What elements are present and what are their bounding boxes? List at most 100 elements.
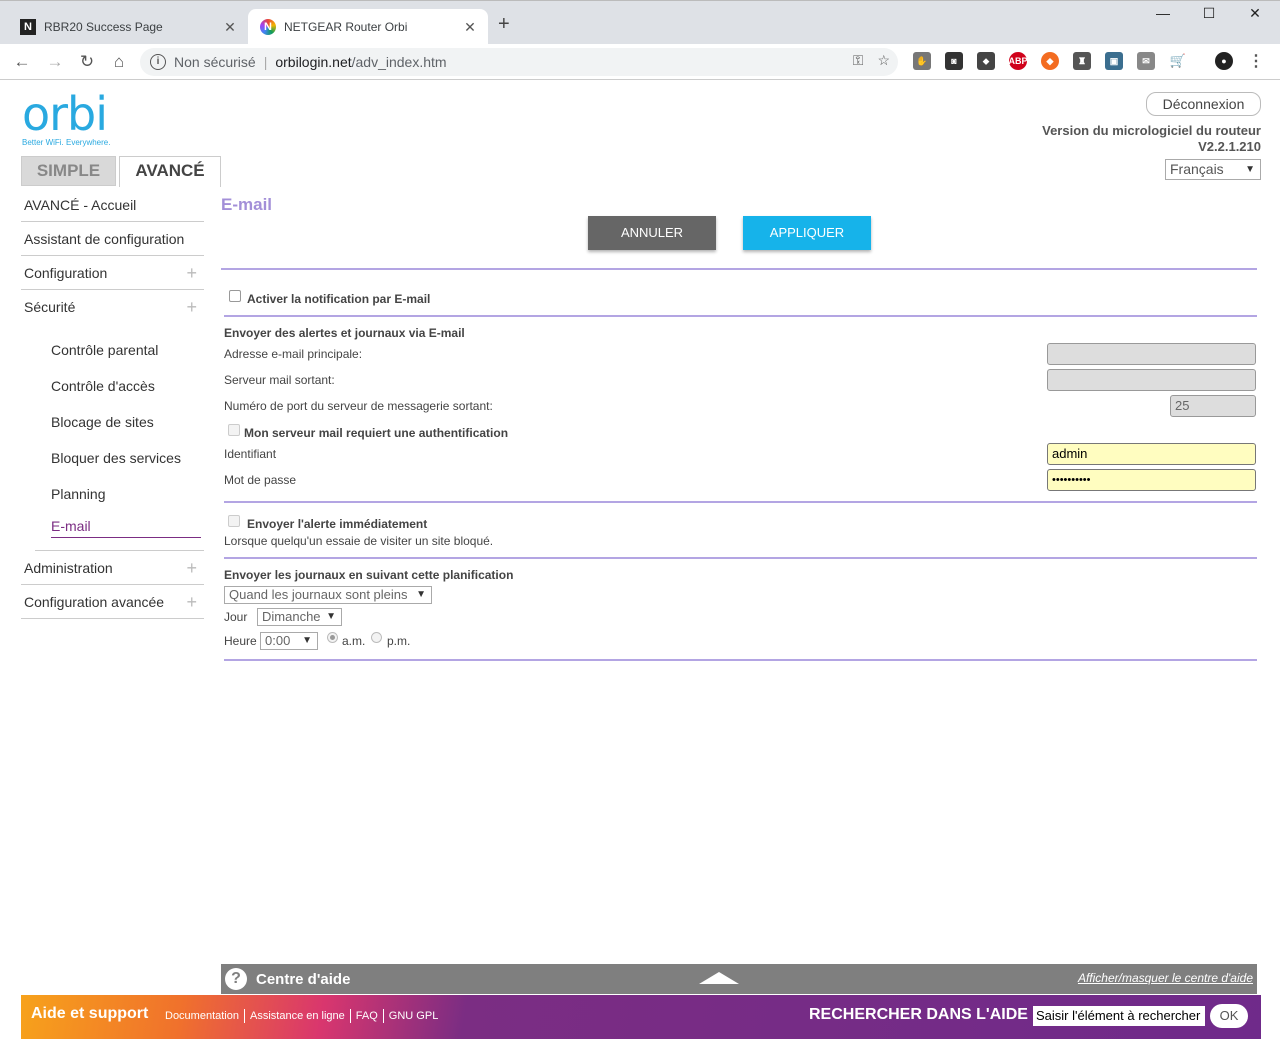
gnu-gpl-link[interactable]: GNU GPL	[384, 1009, 444, 1023]
help-center-title: Centre d'aide	[256, 971, 351, 988]
close-tab-icon[interactable]: ✕	[458, 19, 482, 36]
tab-title: RBR20 Success Page	[44, 20, 163, 34]
help-search-input[interactable]: Saisir l'élément à rechercher	[1033, 1006, 1205, 1026]
sidebar-item-parental-control[interactable]: Contrôle parental	[21, 332, 204, 368]
reload-icon[interactable]: ↻	[75, 50, 99, 74]
enable-notification-checkbox[interactable]	[229, 290, 241, 302]
sidebar-item-administration[interactable]: Administration +	[21, 551, 204, 585]
extension-image-icon[interactable]: ▣	[1105, 52, 1123, 70]
tab-title: NETGEAR Router Orbi	[284, 20, 408, 34]
info-icon[interactable]: i	[150, 54, 166, 70]
netgear-favicon-icon: N	[260, 19, 276, 35]
online-assistance-link[interactable]: Assistance en ligne	[245, 1009, 351, 1023]
support-footer: Aide et support Documentation Assistance…	[21, 995, 1261, 1039]
smtp-port-field[interactable]: 25	[1170, 395, 1256, 417]
address-separator: |	[263, 54, 268, 70]
close-tab-icon[interactable]: ✕	[218, 19, 242, 36]
password-field[interactable]: ••••••••••	[1047, 469, 1256, 491]
expand-plus-icon[interactable]: +	[186, 290, 197, 324]
divider	[224, 659, 1257, 661]
logo-word: orbi	[22, 87, 108, 141]
chevron-down-icon: ▼	[302, 635, 312, 646]
forward-icon[interactable]: →	[43, 50, 67, 74]
address-bar[interactable]: i Non sécurisé | orbilogin.net/adv_index…	[140, 48, 898, 76]
apply-button[interactable]: APPLIQUER	[743, 216, 871, 250]
schedule-select[interactable]: Quand les journaux sont pleins ▼	[224, 586, 432, 604]
firmware-info: Version du micrologiciel du routeur V2.2…	[1042, 123, 1261, 155]
browser-tab-netgear[interactable]: N NETGEAR Router Orbi ✕	[248, 9, 488, 45]
language-select[interactable]: Français ▼	[1165, 159, 1261, 180]
close-window-icon[interactable]: ✕	[1232, 5, 1278, 22]
bookmark-star-icon[interactable]: ☆	[877, 52, 890, 69]
subnav-divider	[35, 544, 204, 551]
enable-notification-label: Activer la notification par E-mail	[247, 292, 431, 306]
day-select[interactable]: Dimanche ▼	[257, 608, 342, 626]
logout-button[interactable]: Déconnexion	[1146, 92, 1261, 116]
password-label: Mot de passe	[224, 473, 297, 487]
extension-orange-icon[interactable]: ◆	[1041, 52, 1059, 70]
new-tab-button[interactable]: +	[498, 13, 510, 36]
maximize-icon[interactable]: ☐	[1186, 5, 1232, 22]
divider	[224, 315, 1257, 317]
primary-email-field[interactable]	[1047, 343, 1256, 365]
cancel-button[interactable]: ANNULER	[588, 216, 716, 250]
expand-plus-icon[interactable]: +	[186, 585, 197, 619]
expand-plus-icon[interactable]: +	[186, 551, 197, 585]
security-label: Non sécurisé	[174, 54, 256, 70]
documentation-link[interactable]: Documentation	[160, 1009, 245, 1023]
smtp-port-label: Numéro de port du serveur de messagerie …	[224, 399, 493, 413]
am-label: a.m.	[342, 634, 366, 648]
extension-lock-icon[interactable]: ♜	[1073, 52, 1091, 70]
divider	[224, 501, 1257, 503]
sidebar-item-advanced-config[interactable]: Configuration avancée +	[21, 585, 204, 619]
expand-arrow-up-icon[interactable]	[699, 972, 739, 984]
help-center-bar[interactable]: ? Centre d'aide Afficher/masquer le cent…	[221, 964, 1257, 994]
key-icon[interactable]: ⚿	[853, 52, 864, 69]
alerts-section-title: Envoyer des alertes et journaux via E-ma…	[224, 326, 465, 340]
expand-plus-icon[interactable]: +	[186, 256, 197, 290]
browser-menu-icon[interactable]: ⋮	[1247, 52, 1265, 70]
footer-links: Documentation Assistance en ligne FAQ GN…	[160, 1009, 443, 1023]
send-alert-now-checkbox[interactable]	[228, 515, 240, 527]
username-field[interactable]: admin	[1047, 443, 1256, 465]
primary-email-label: Adresse e-mail principale:	[224, 347, 363, 361]
sidebar-item-home[interactable]: AVANCÉ - Accueil	[21, 188, 204, 222]
faq-link[interactable]: FAQ	[351, 1009, 384, 1023]
minimize-icon[interactable]: —	[1140, 5, 1186, 21]
sidebar-item-security[interactable]: Sécurité +	[21, 290, 204, 324]
adblock-icon[interactable]: ABP	[1009, 52, 1028, 70]
pm-radio[interactable]	[371, 632, 382, 643]
back-icon[interactable]: ←	[10, 50, 34, 74]
sidebar-item-schedule[interactable]: Planning	[21, 476, 204, 512]
home-icon[interactable]: ⌂	[107, 50, 131, 74]
sidebar-item-setup-wizard[interactable]: Assistant de configuration	[21, 222, 204, 256]
sidebar-item-configuration[interactable]: Configuration +	[21, 256, 204, 290]
tab-advanced[interactable]: AVANCÉ	[119, 156, 221, 187]
extension-glasses-icon[interactable]: ◙	[945, 52, 963, 70]
hour-label: Heure	[224, 634, 257, 648]
am-radio[interactable]	[327, 632, 338, 643]
browser-tab-rbr20[interactable]: N RBR20 Success Page ✕	[8, 9, 248, 45]
sidebar-item-access-control[interactable]: Contrôle d'accès	[21, 368, 204, 404]
url-text: orbilogin.net/adv_index.htm	[275, 54, 447, 70]
sidebar-item-block-sites[interactable]: Blocage de sites	[21, 404, 204, 440]
divider	[221, 268, 1257, 270]
toggle-help-link[interactable]: Afficher/masquer le centre d'aide	[1078, 971, 1253, 985]
help-question-icon: ?	[225, 968, 247, 990]
chevron-down-icon: ▼	[1245, 164, 1255, 175]
username-label: Identifiant	[224, 447, 277, 461]
profile-avatar[interactable]: ●	[1215, 52, 1233, 70]
extension-mail-icon[interactable]: ✉	[1137, 52, 1155, 70]
day-label: Jour	[224, 610, 248, 624]
help-search-ok-button[interactable]: OK	[1210, 1004, 1248, 1028]
smtp-server-field[interactable]	[1047, 369, 1256, 391]
extension-tag-icon[interactable]: ⬥	[977, 52, 995, 70]
sidebar-item-block-services[interactable]: Bloquer des services	[21, 440, 204, 476]
sidebar-item-email[interactable]: E-mail	[21, 512, 204, 544]
tab-simple[interactable]: SIMPLE	[21, 156, 116, 186]
auth-required-checkbox[interactable]	[228, 424, 240, 436]
extension-cart-icon[interactable]: 🛒	[1169, 52, 1187, 70]
extension-puzzle-icon[interactable]: ✋	[913, 52, 931, 70]
send-alert-now-label: Envoyer l'alerte immédiatement	[247, 517, 428, 531]
hour-select[interactable]: 0:00 ▼	[260, 632, 318, 650]
